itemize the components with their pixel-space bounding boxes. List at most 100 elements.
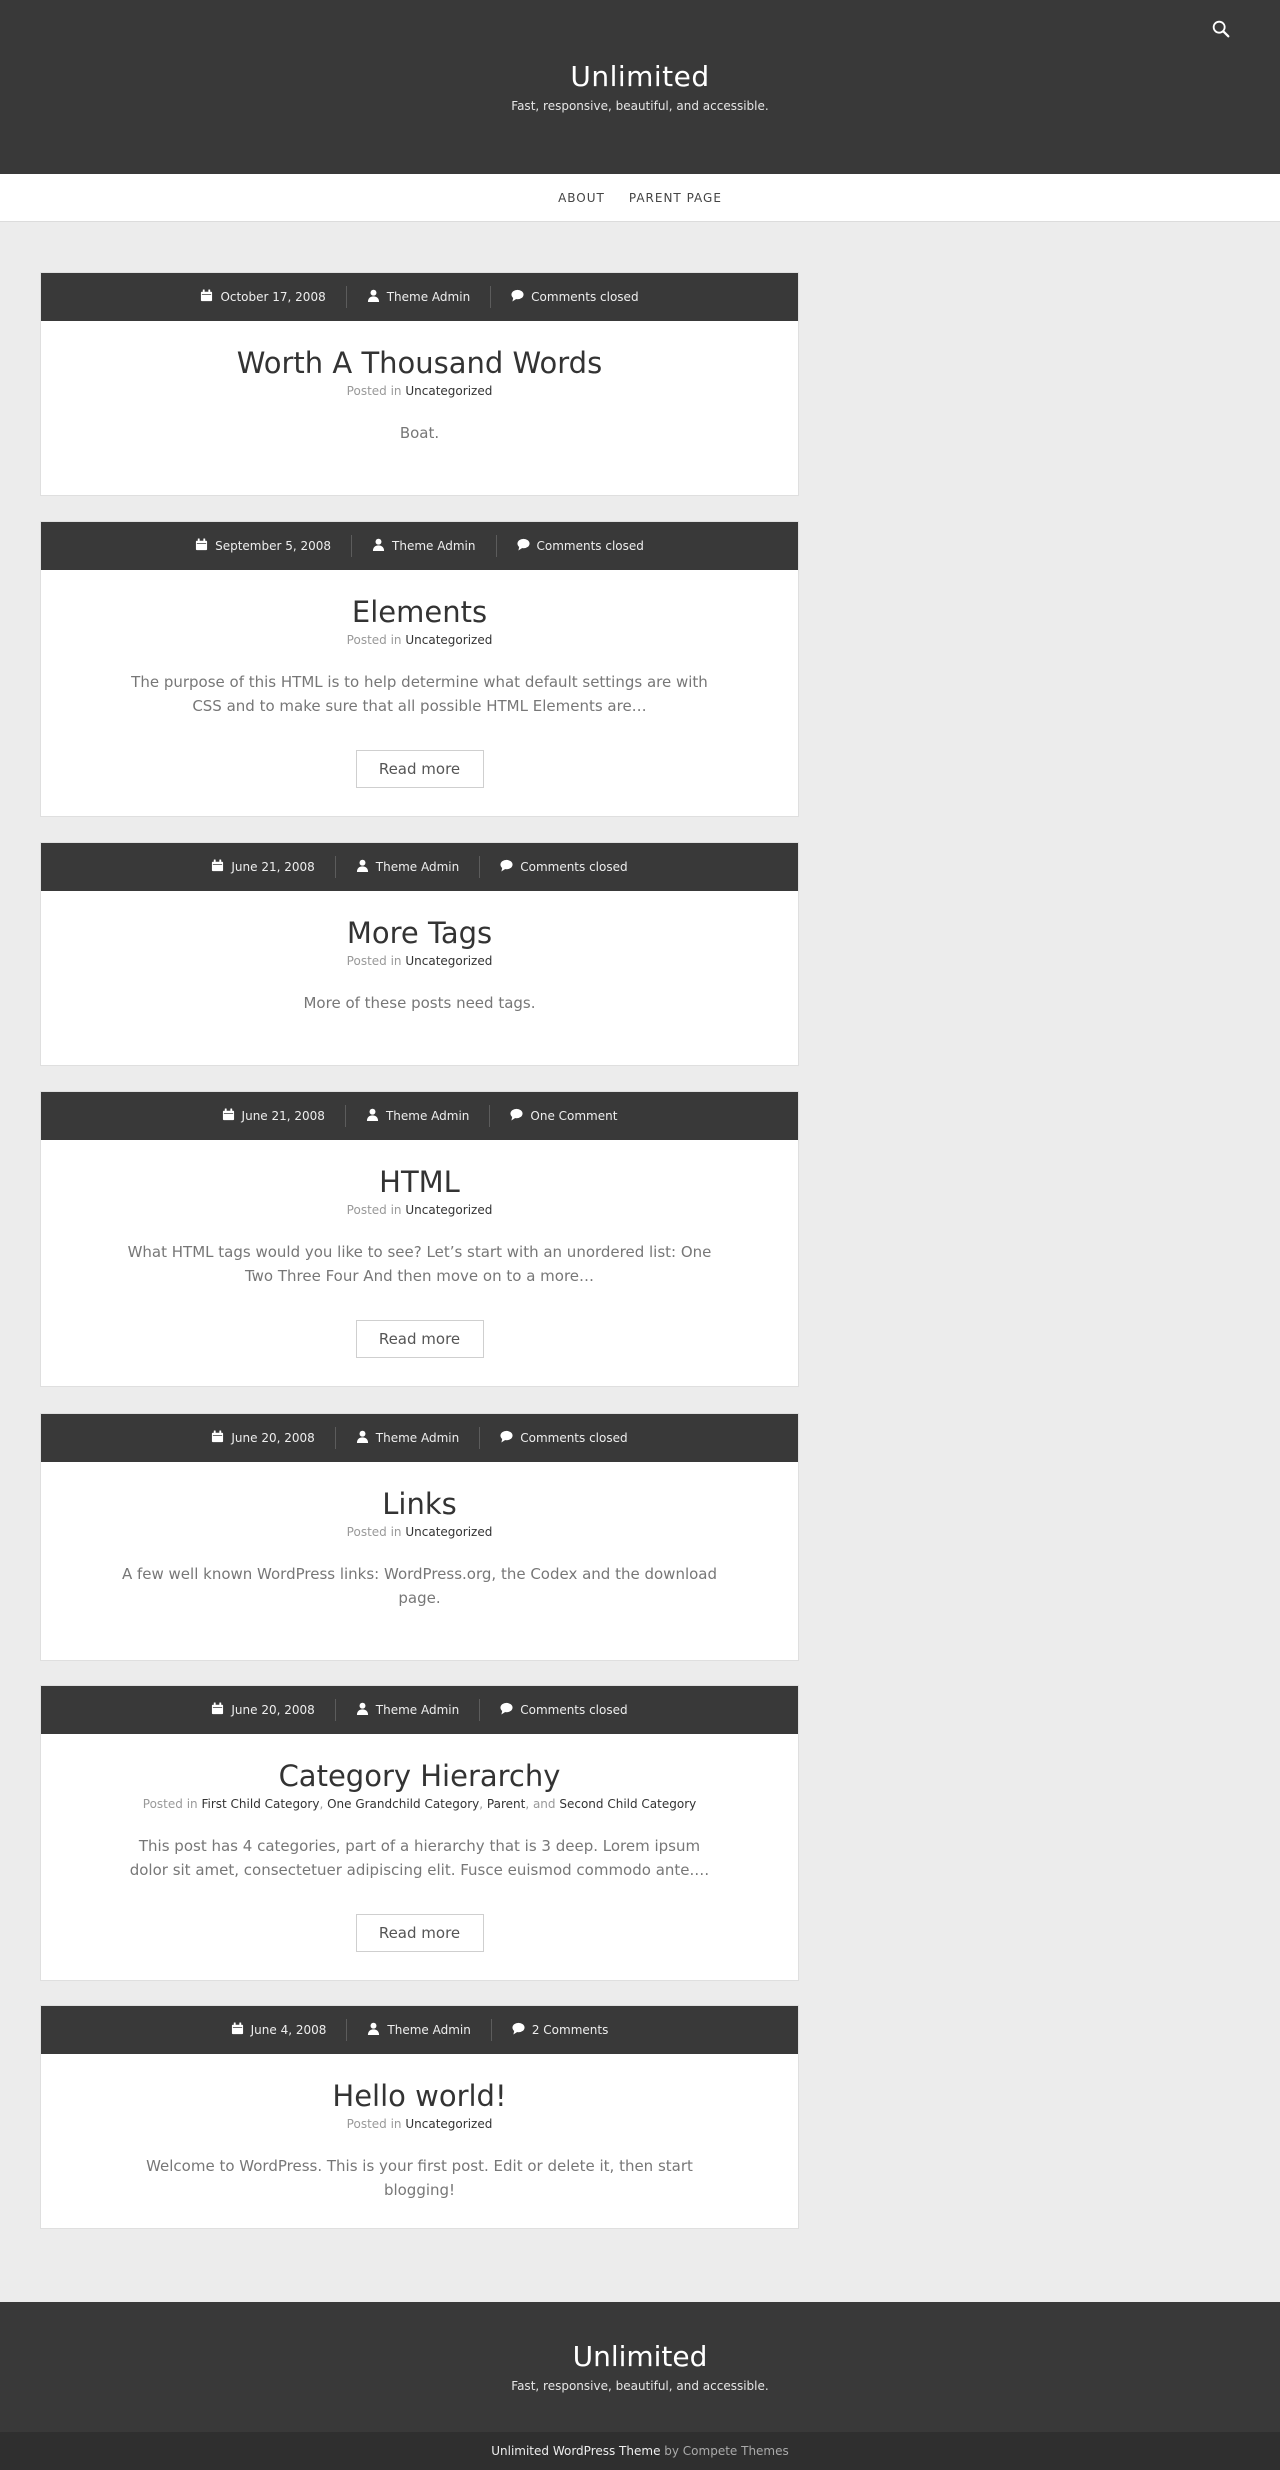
posted-in-label: Posted in (346, 1203, 402, 1217)
date-link[interactable]: September 5, 2008 (215, 539, 331, 553)
post-author: Theme Admin (351, 535, 495, 557)
date-link[interactable]: June 20, 2008 (231, 1703, 314, 1717)
post-date: June 21, 2008 (191, 856, 334, 878)
read-more-button[interactable]: Read more (355, 1320, 484, 1358)
date-link[interactable]: June 4, 2008 (251, 2023, 327, 2037)
site-title[interactable]: Unlimited (0, 60, 1280, 93)
author-link[interactable]: Theme Admin (386, 1109, 469, 1123)
category-link[interactable]: Uncategorized (405, 633, 492, 647)
author-link[interactable]: Theme Admin (376, 860, 459, 874)
category-separator: , (479, 1797, 487, 1811)
post-title: Category Hierarchy (81, 1758, 758, 1794)
author-link[interactable]: Theme Admin (392, 539, 475, 553)
comments-link[interactable]: One Comment (530, 1109, 617, 1123)
post-excerpt: More of these posts need tags. (303, 994, 536, 1012)
post-comments: Comments closed (479, 856, 647, 878)
theme-credit-link[interactable]: Unlimited WordPress Theme (491, 2444, 660, 2458)
menu-item-parent-page[interactable]: PARENT PAGE (629, 191, 722, 205)
author-link[interactable]: Theme Admin (376, 1703, 459, 1717)
calendar-icon (195, 538, 208, 554)
comment-icon (500, 859, 513, 875)
calendar-icon (211, 1430, 224, 1446)
post-excerpt: A few well known WordPress links: WordPr… (121, 1565, 718, 1607)
user-icon (367, 2022, 380, 2038)
category-link[interactable]: Uncategorized (405, 954, 492, 968)
footer-tagline: Fast, responsive, beautiful, and accessi… (511, 2379, 769, 2393)
post-categories: Posted in Uncategorized (81, 2116, 758, 2132)
comment-icon (500, 1702, 513, 1718)
posted-in-label: Posted in (346, 1525, 402, 1539)
post-list: October 17, 2008 Theme Admin Comments clos… (0, 222, 1280, 2302)
comments-link[interactable]: 2 Comments (532, 2023, 609, 2037)
post-body: Elements Posted in Uncategorized The purpo… (41, 594, 798, 788)
post-date: September 5, 2008 (175, 535, 351, 557)
read-more-button[interactable]: Read more (355, 1914, 484, 1952)
comment-icon (510, 1108, 523, 1124)
post-body: Worth A Thousand Words Posted in Uncatego… (41, 345, 798, 445)
category-link[interactable]: Uncategorized (405, 2117, 492, 2131)
post-excerpt: This post has 4 categories, part of a hi… (129, 1837, 710, 1879)
post-meta-bar: October 17, 2008 Theme Admin Comments clos… (41, 273, 798, 321)
site-header: Unlimited Fast, responsive, beautiful, a… (0, 0, 1280, 174)
category-link[interactable]: Uncategorized (405, 1203, 492, 1217)
post-author: Theme Admin (334, 856, 479, 878)
comment-icon (511, 289, 524, 305)
date-link[interactable]: October 17, 2008 (220, 290, 325, 304)
post-categories: Posted in Uncategorized (81, 632, 758, 648)
post-body: Hello world! Posted in Uncategorized Welco… (41, 2078, 798, 2202)
post-comments: Comments closed (479, 1427, 647, 1449)
category-link[interactable]: Uncategorized (405, 1525, 492, 1539)
menu-item-about[interactable]: ABOUT (558, 191, 605, 205)
site-tagline: Fast, responsive, beautiful, and accessi… (511, 99, 769, 113)
post-body: Links Posted in Uncategorized A few well k… (41, 1486, 798, 1610)
post-entry: June 21, 2008 Theme Admin One Comment HTML P… (40, 1091, 799, 1387)
post-meta-bar: June 20, 2008 Theme Admin Comments closed (41, 1686, 798, 1734)
date-link[interactable]: June 21, 2008 (242, 1109, 325, 1123)
comments-link[interactable]: Comments closed (531, 290, 638, 304)
posted-in-label: Posted in (346, 2117, 402, 2131)
post-body: HTML Posted in Uncategorized What HTML tag… (41, 1164, 798, 1358)
post-title: Links (81, 1486, 758, 1522)
post-body: Category Hierarchy Posted in First Child … (41, 1758, 798, 1952)
category-link[interactable]: First Child Category (201, 1797, 319, 1811)
category-link[interactable]: Parent (487, 1797, 525, 1811)
user-icon (366, 1108, 379, 1124)
category-link[interactable]: Second Child Category (559, 1797, 696, 1811)
date-link[interactable]: June 20, 2008 (231, 1431, 314, 1445)
post-title-link[interactable]: Links (382, 1487, 457, 1521)
post-author: Theme Admin (334, 1427, 479, 1449)
post-title-link[interactable]: Elements (352, 595, 487, 629)
category-separator: , (319, 1797, 328, 1811)
post-author: Theme Admin (345, 286, 490, 308)
date-link[interactable]: June 21, 2008 (231, 860, 314, 874)
post-title-link[interactable]: Worth A Thousand Words (237, 346, 602, 380)
post-title-link[interactable]: Category Hierarchy (279, 1759, 561, 1793)
search-icon[interactable] (1210, 18, 1232, 40)
post-excerpt: The purpose of this HTML is to help dete… (131, 673, 708, 715)
post-title: Elements (81, 594, 758, 630)
post-meta-bar: June 21, 2008 Theme Admin Comments closed (41, 843, 798, 891)
comments-link[interactable]: Comments closed (537, 539, 644, 553)
footer-site-title[interactable]: Unlimited (0, 2340, 1280, 2373)
post-comments: Comments closed (479, 1699, 647, 1721)
comments-link[interactable]: Comments closed (520, 860, 627, 874)
comment-icon (516, 538, 530, 554)
author-link[interactable]: Theme Admin (376, 1431, 459, 1445)
post-author: Theme Admin (346, 2019, 490, 2041)
post-title-link[interactable]: Hello world! (332, 2079, 506, 2113)
category-link[interactable]: Uncategorized (405, 384, 492, 398)
author-link[interactable]: Theme Admin (387, 2023, 470, 2037)
post-entry: June 4, 2008 Theme Admin 2 Comments Hello w… (40, 2005, 799, 2229)
post-categories: Posted in Uncategorized (81, 383, 758, 399)
author-link[interactable]: Theme Admin (387, 290, 470, 304)
comments-link[interactable]: Comments closed (520, 1431, 627, 1445)
read-more-button[interactable]: Read more (355, 750, 484, 788)
comments-link[interactable]: Comments closed (520, 1703, 627, 1717)
category-link[interactable]: One Grandchild Category (327, 1797, 479, 1811)
post-categories: Posted in Uncategorized (81, 1524, 758, 1540)
post-body: More Tags Posted in Uncategorized More of … (41, 915, 798, 1015)
post-title-link[interactable]: More Tags (347, 916, 492, 950)
post-categories: Posted in Uncategorized (81, 953, 758, 969)
post-title-link[interactable]: HTML (379, 1165, 460, 1199)
post-comments: Comments closed (495, 535, 664, 557)
